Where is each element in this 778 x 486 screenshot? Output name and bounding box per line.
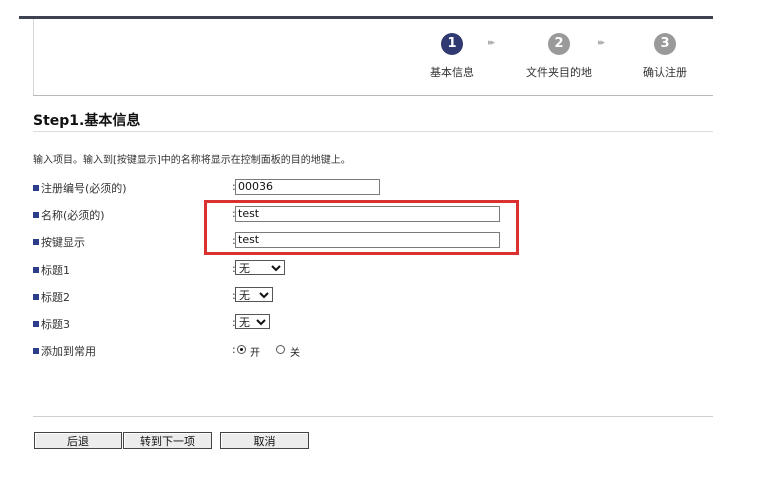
title3-label-text: 标题3 — [41, 318, 70, 331]
step-1-label: 基本信息 — [430, 66, 474, 79]
reg-no-label-text: 注册编号(必须的) — [41, 182, 127, 195]
title3-label: 标题3 — [33, 316, 70, 332]
step-arrow-icon: ▸▸ — [598, 38, 605, 48]
bullet-icon — [33, 212, 39, 218]
title3-select[interactable]: 无 — [235, 314, 270, 329]
step-2: 2 文件夹目的地 — [514, 33, 604, 80]
add-frequent-off-label: 关 — [290, 348, 300, 359]
step-arrow-icon: ▸▸ — [488, 38, 495, 48]
title2-select[interactable]: 无 — [235, 287, 273, 302]
name-label: 名称(必须的) — [33, 207, 105, 223]
title-divider — [33, 131, 713, 132]
title2-label: 标题2 — [33, 289, 70, 305]
reg-no-input[interactable]: 00036 — [235, 179, 380, 195]
chevron-down-icon — [259, 292, 269, 299]
title1-select-value: 无 — [239, 262, 250, 275]
bullet-icon — [33, 239, 39, 245]
title2-label-text: 标题2 — [41, 291, 70, 304]
title1-label: 标题1 — [33, 262, 70, 278]
step-1-number: 1 — [441, 33, 463, 55]
step-2-number: 2 — [548, 33, 570, 55]
title3-select-value: 无 — [239, 316, 250, 329]
step-3-number: 3 — [654, 33, 676, 55]
key-display-label: 按键显示 — [33, 234, 85, 250]
reg-no-label: 注册编号(必须的) — [33, 180, 127, 196]
bullet-icon — [33, 267, 39, 273]
bullet-icon — [33, 348, 39, 354]
chevron-down-icon — [256, 319, 266, 326]
step-3: 3 确认注册 — [620, 33, 710, 80]
add-frequent-label: 添加到常用 — [33, 343, 96, 359]
footer-divider — [33, 416, 713, 417]
title2-select-value: 无 — [239, 289, 250, 302]
title1-label-text: 标题1 — [41, 264, 70, 277]
page-description: 输入项目。输入到[按键显示]中的名称将显示在控制面板的目的地键上。 — [33, 155, 351, 166]
page-title: Step1.基本信息 — [33, 113, 141, 129]
highlight-box — [204, 200, 519, 255]
key-display-label-text: 按键显示 — [41, 236, 85, 249]
cancel-button[interactable]: 取消 — [220, 432, 309, 449]
header-left-divider — [33, 19, 34, 95]
name-label-text: 名称(必须的) — [41, 209, 105, 222]
add-frequent-off-radio[interactable] — [276, 345, 285, 354]
step-2-label: 文件夹目的地 — [526, 66, 592, 79]
step-1: 1 基本信息 — [407, 33, 497, 80]
bullet-icon — [33, 294, 39, 300]
chevron-down-icon — [271, 265, 281, 272]
next-button[interactable]: 转到下一项 — [123, 432, 212, 449]
top-bar — [19, 16, 713, 19]
colon: : — [232, 343, 236, 356]
add-frequent-label-text: 添加到常用 — [41, 345, 96, 358]
back-button[interactable]: 后退 — [34, 432, 122, 449]
step-3-label: 确认注册 — [643, 66, 687, 79]
bullet-icon — [33, 321, 39, 327]
bullet-icon — [33, 185, 39, 191]
add-frequent-on-radio[interactable] — [237, 345, 246, 354]
title1-select[interactable]: 无 — [235, 260, 285, 275]
header-divider — [33, 95, 713, 96]
add-frequent-on-label: 开 — [250, 348, 260, 359]
